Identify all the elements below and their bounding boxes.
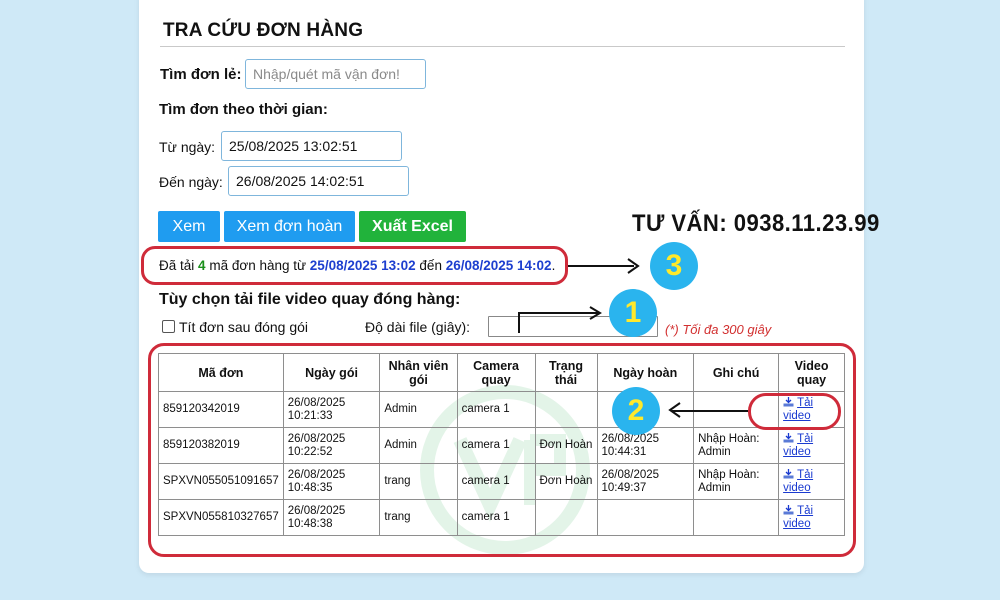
- page-title: TRA CỨU ĐƠN HÀNG: [163, 20, 364, 41]
- from-date-label: Từ ngày:: [159, 139, 216, 155]
- file-duration-label: Độ dài file (giây):: [365, 319, 471, 335]
- beep-after-pack-label: Tít đơn sau đóng gói: [179, 319, 309, 335]
- annotation-badge-3: 3: [650, 242, 698, 290]
- arrow-head-right-icon: [627, 258, 640, 274]
- arrow-to-badge-2: [672, 410, 748, 412]
- hotline-text: TƯ VẤN: 0938.11.23.99: [632, 210, 880, 237]
- title-divider: [160, 46, 845, 47]
- arrow-to-badge-3: [568, 265, 634, 267]
- from-date-input[interactable]: [221, 131, 402, 161]
- arrow-head-left-icon: [668, 402, 681, 418]
- to-date-label: Đến ngày:: [159, 174, 223, 190]
- max-duration-note: (*) Tối đa 300 giây: [665, 322, 772, 337]
- single-search-label: Tìm đơn lẻ:: [160, 66, 242, 83]
- download-link-highlight-outline: [748, 393, 841, 430]
- annotation-badge-1: 1: [609, 289, 657, 337]
- time-search-heading: Tìm đơn theo thời gian:: [159, 101, 328, 118]
- arrow-to-badge-1: [518, 306, 602, 333]
- tracking-number-input[interactable]: [245, 59, 426, 89]
- status-highlight-outline: [141, 246, 568, 285]
- table-highlight-outline: [148, 343, 856, 557]
- to-date-input[interactable]: [228, 166, 409, 196]
- export-excel-button[interactable]: Xuất Excel: [359, 211, 466, 242]
- view-returns-button[interactable]: Xem đơn hoàn: [224, 211, 355, 242]
- view-button[interactable]: Xem: [158, 211, 220, 242]
- beep-after-pack-checkbox[interactable]: [162, 320, 175, 333]
- video-options-heading: Tùy chọn tải file video quay đóng hàng:: [159, 291, 461, 308]
- annotation-badge-2: 2: [612, 387, 660, 435]
